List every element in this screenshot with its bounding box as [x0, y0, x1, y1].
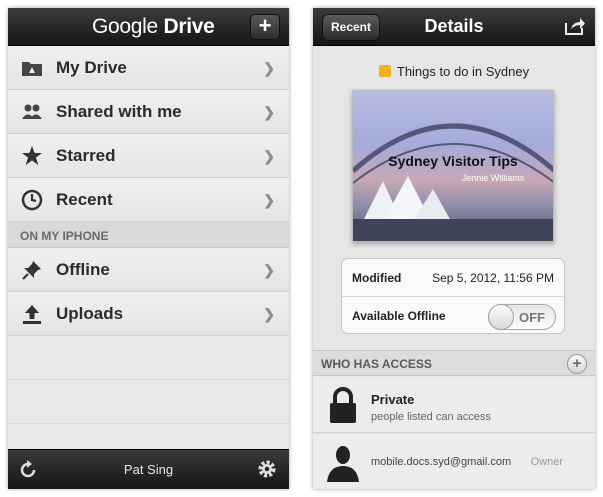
- thumbnail-author: Jennie Williams: [461, 173, 525, 183]
- private-title: Private: [371, 392, 415, 407]
- brand-google: Google: [92, 15, 158, 38]
- share-icon[interactable]: [564, 16, 586, 36]
- add-button[interactable]: +: [250, 14, 280, 40]
- nav-label: Shared with me: [56, 102, 182, 121]
- chevron-right-icon: ❯: [263, 148, 275, 164]
- owner-role: Owner: [530, 456, 563, 468]
- drive-home-screen: Google Drive + My Drive ❯ Shared with me…: [8, 8, 289, 489]
- access-row-owner[interactable]: mobile.docs.syd@gmail.com Owner: [313, 434, 595, 489]
- private-description: people listed can access: [371, 411, 491, 423]
- add-person-button[interactable]: +: [567, 354, 587, 374]
- nav-label: My Drive: [56, 58, 127, 77]
- upload-icon: [23, 305, 41, 324]
- star-icon: [22, 146, 42, 165]
- offline-toggle[interactable]: OFF: [488, 304, 556, 330]
- chevron-right-icon: ❯: [263, 306, 275, 322]
- modified-value: Sep 5, 2012, 11:56 PM: [432, 271, 554, 285]
- access-heading: WHO HAS ACCESS: [321, 357, 432, 371]
- nav-item-starred[interactable]: Starred ❯: [8, 134, 289, 178]
- account-name[interactable]: Pat Sing: [8, 462, 289, 477]
- page-title: Details: [424, 16, 484, 36]
- empty-row: [8, 336, 289, 380]
- top-bar: Recent Details: [313, 8, 595, 46]
- nav-label: Recent: [56, 190, 113, 209]
- modified-label: Modified: [352, 271, 402, 285]
- toggle-knob: [488, 304, 514, 330]
- divider: [342, 296, 564, 297]
- drive-icon: [22, 62, 42, 76]
- nav-item-uploads[interactable]: Uploads ❯: [8, 292, 289, 336]
- bottom-bar: Pat Sing: [8, 449, 289, 489]
- owner-email: mobile.docs.syd@gmail.com: [371, 456, 512, 468]
- details-screen: Recent Details Things to do in Sydney Sy…: [313, 8, 595, 489]
- nav-item-recent[interactable]: Recent ❯: [8, 178, 289, 222]
- access-header: WHO HAS ACCESS +: [313, 350, 595, 376]
- info-card: Modified Sep 5, 2012, 11:56 PM Available…: [341, 258, 565, 334]
- presentation-icon: [378, 65, 391, 77]
- nav-item-shared-with-me[interactable]: Shared with me ❯: [8, 90, 289, 134]
- chevron-right-icon: ❯: [263, 192, 275, 208]
- brand-drive: Drive: [163, 15, 215, 38]
- access-row-private[interactable]: Private people listed can access: [313, 377, 595, 433]
- document-thumbnail[interactable]: Sydney Visitor Tips Jennie Williams: [352, 90, 554, 242]
- section-header: ON MY IPHONE: [8, 222, 289, 248]
- chevron-right-icon: ❯: [263, 262, 275, 278]
- gear-icon[interactable]: [257, 459, 277, 479]
- clock-icon: [21, 189, 43, 211]
- nav-label: Offline: [56, 260, 110, 279]
- lock-icon: [330, 387, 356, 423]
- chevron-right-icon: ❯: [263, 60, 275, 76]
- pin-icon: [22, 261, 41, 280]
- chevron-right-icon: ❯: [263, 104, 275, 120]
- offline-label: Available Offline: [352, 309, 446, 323]
- nav-label: Starred: [56, 146, 116, 165]
- document-name: Things to do in Sydney: [313, 64, 595, 79]
- empty-row: [8, 380, 289, 424]
- people-icon: [22, 104, 42, 119]
- app-logo: Google Drive: [92, 15, 215, 39]
- nav-label: Uploads: [56, 304, 124, 323]
- thumbnail-title: Sydney Visitor Tips: [388, 153, 518, 169]
- person-icon: [327, 446, 359, 482]
- document-name-text: Things to do in Sydney: [396, 64, 530, 79]
- toggle-state: OFF: [519, 310, 545, 325]
- nav-item-my-drive[interactable]: My Drive ❯: [8, 46, 289, 90]
- nav-item-offline[interactable]: Offline ❯: [8, 248, 289, 292]
- top-bar: Google Drive +: [8, 8, 289, 46]
